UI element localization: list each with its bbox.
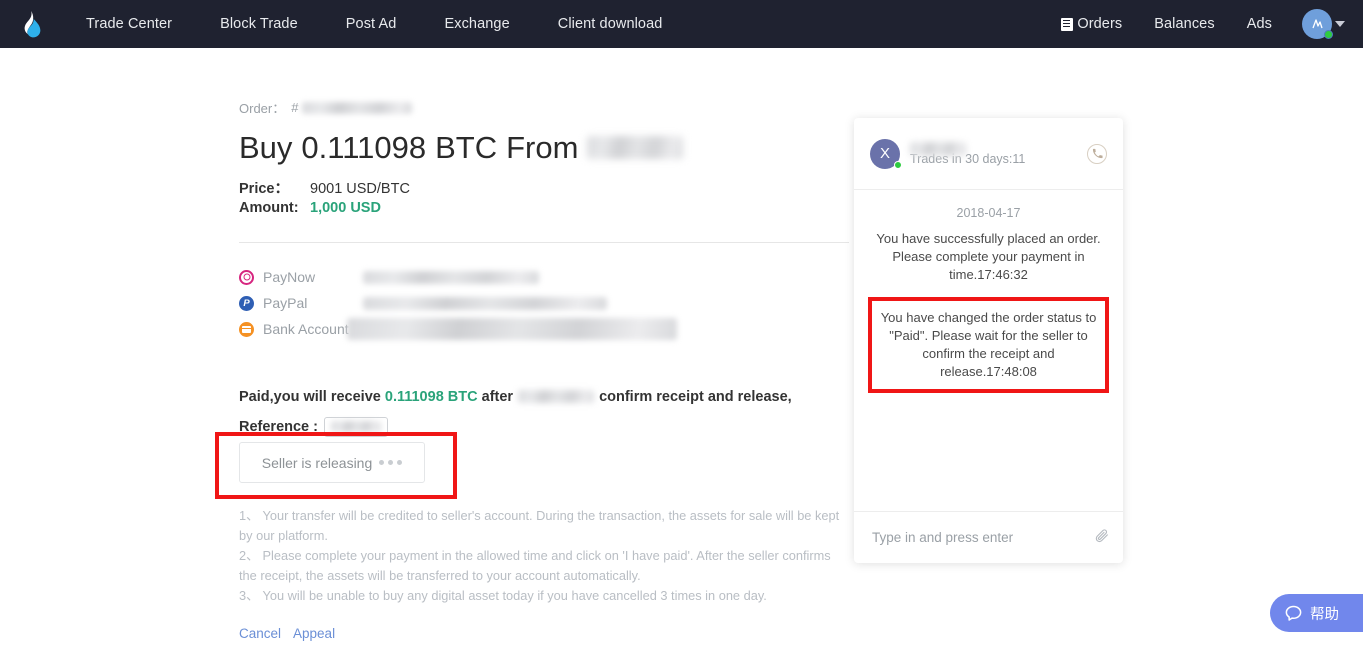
payment-method-row: PayNow [239,265,849,290]
seller-is-releasing-button[interactable]: Seller is releasing [239,442,425,483]
orders-list-icon [1061,17,1074,31]
seller-is-releasing-label: Seller is releasing [261,454,373,471]
reference-row: Reference : [239,416,849,437]
section-divider [239,241,849,243]
nav-link-trade-center[interactable]: Trade Center [62,16,196,32]
paynow-icon [239,269,254,285]
chat-online-status-dot [894,160,902,169]
paypal-icon: P [239,295,254,311]
chat-header: X Trades in 30 days:11 [854,118,1123,190]
chat-counterparty-avatar: X [870,138,902,169]
payment-method-label: Bank Account [263,321,349,338]
chat-system-message: You have successfully placed an order. P… [876,231,1101,282]
page-title-action: Buy [239,130,293,165]
bank-account-value-redacted [347,318,677,341]
order-number-row: Order： # [239,98,849,117]
paid-notice-amount: 0.111098 BTC [384,388,478,405]
online-status-dot [1324,30,1333,39]
nav-link-balances[interactable]: Balances [1138,16,1230,32]
page-title: Buy 0.111098 BTC From [239,130,849,166]
chat-avatar-initial: X [879,145,890,162]
terms-note-2: 2、 Please complete your payment in the a… [239,548,831,583]
payment-method-label: PayNow [263,269,316,286]
seller-name-redacted [587,136,684,160]
flame-logo-icon [24,10,41,37]
nav-link-client-download[interactable]: Client download [534,16,687,32]
nav-link-exchange[interactable]: Exchange [420,16,533,32]
nav-link-orders-label: Orders [1077,16,1123,32]
bank-account-icon [239,321,254,337]
avatar [1302,9,1333,39]
order-number-hash: # [291,100,299,115]
terms-notes: 1、 Your transfer will be credited to sel… [239,506,849,606]
chat-bubble-icon [1285,605,1302,621]
chat-system-message-highlighted: You have changed the order status to "Pa… [868,297,1109,393]
payment-method-label: PayPal [263,295,308,312]
order-number-redacted [302,101,413,114]
payment-method-row: P PayPal [239,291,849,316]
chat-input[interactable] [870,529,1080,546]
price-label: Price： [239,180,289,197]
paid-notice-seller-redacted [518,390,595,404]
chat-messages: 2018-04-17 You have successfully placed … [854,190,1123,511]
price-row: Price： 9001 USD/BTC [239,180,849,199]
site-logo[interactable] [0,10,62,38]
order-detail-panel: Order： # Buy 0.111098 BTC From Price： 90… [215,98,849,641]
order-number-label: Order： [239,101,286,116]
paypal-value-redacted [363,296,607,310]
reference-value-redacted [330,421,381,433]
chat-input-bar [854,511,1123,563]
nav-primary-links: Trade Center Block Trade Post Ad Exchang… [62,16,686,32]
nav-link-post-ad[interactable]: Post Ad [322,16,421,32]
page-body: Order： # Buy 0.111098 BTC From Price： 90… [0,48,1363,646]
top-navbar: Trade Center Block Trade Post Ad Exchang… [0,0,1363,48]
reference-value-box [323,416,388,437]
amount-label: Amount: [239,199,299,216]
paid-notice: Paid,you will receive 0.111098 BTC after… [239,386,849,408]
price-value: 9001 USD/BTC [310,180,410,197]
paperclip-icon[interactable] [1094,528,1109,548]
page-title-from: From [506,130,579,165]
help-widget-button[interactable]: 帮助 [1270,594,1363,632]
nav-secondary-links: Orders Balances Ads [1045,0,1345,48]
chevron-down-icon [1335,21,1345,27]
nav-link-ads[interactable]: Ads [1231,16,1288,32]
cancel-link[interactable]: Cancel [239,626,281,641]
chat-counterparty-name-redacted [910,141,966,156]
terms-note-1: 1、 Your transfer will be credited to sel… [239,508,840,543]
page-title-amount: 0.111098 [301,130,427,165]
nav-link-orders[interactable]: Orders [1045,16,1138,32]
chat-counterparty-meta: Trades in 30 days:11 [910,141,1025,166]
paid-notice-part2: after [481,388,514,405]
chat-panel: X Trades in 30 days:11 2018-04-17 You ha… [854,118,1123,563]
reference-label: Reference : [239,418,318,435]
terms-note-3: 3、 You will be unable to buy any digital… [239,588,767,603]
avatar-glyph-icon [1311,18,1323,28]
user-avatar-menu[interactable] [1302,9,1345,39]
amount-value: 1,000 USD [310,199,381,216]
phone-icon[interactable] [1087,143,1107,164]
amount-row: Amount: 1,000 USD [239,199,849,218]
page-title-asset: BTC [435,130,498,165]
paid-notice-part3: confirm receipt and release, [599,388,792,405]
order-actions: Cancel Appeal [239,626,335,641]
payment-methods-list: PayNow P PayPal Bank Account [239,265,849,342]
loading-dots-icon [379,460,403,465]
chat-date-separator: 2018-04-17 [956,206,1021,220]
nav-link-block-trade[interactable]: Block Trade [196,16,322,32]
paid-notice-part1: Paid,you will receive [239,388,381,405]
paynow-value-redacted [363,270,539,284]
appeal-link[interactable]: Appeal [293,626,335,641]
payment-method-row: Bank Account [239,317,849,342]
help-widget-label: 帮助 [1310,606,1339,623]
